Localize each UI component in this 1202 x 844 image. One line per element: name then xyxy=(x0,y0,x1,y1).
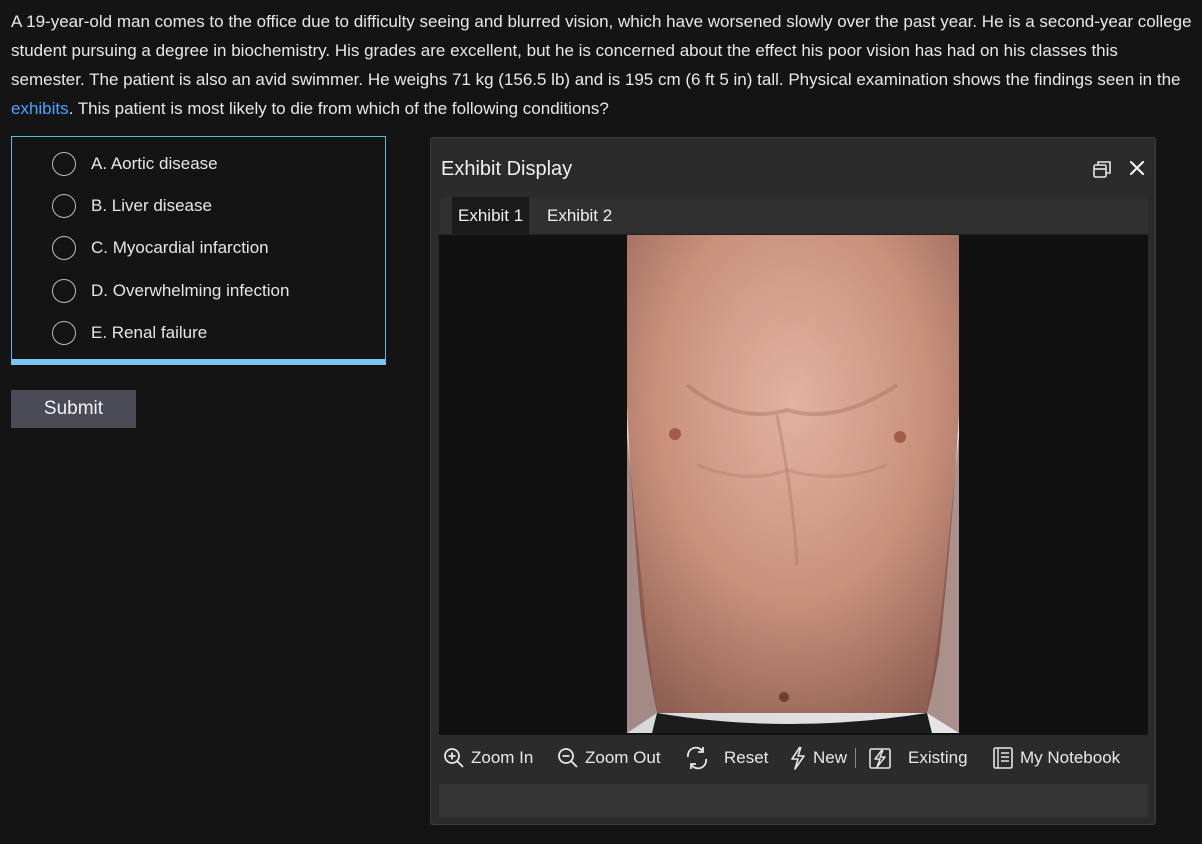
zoom-out-label: Zoom Out xyxy=(585,748,661,767)
choice-e[interactable]: E. Renal failure xyxy=(12,312,385,354)
radio-button[interactable] xyxy=(52,152,76,176)
zoom-in-icon xyxy=(444,748,464,768)
notebook-icon xyxy=(993,747,1013,769)
radio-button[interactable] xyxy=(52,321,76,345)
new-lightning-icon xyxy=(791,746,805,770)
exhibits-link[interactable]: exhibits xyxy=(11,99,69,118)
exhibit-image-torso[interactable] xyxy=(627,235,959,733)
zoom-out-button[interactable]: Zoom Out xyxy=(557,745,661,771)
radio-button[interactable] xyxy=(52,279,76,303)
choice-b[interactable]: B. Liver disease xyxy=(12,185,385,227)
notebook-label: My Notebook xyxy=(1020,748,1121,767)
my-notebook-button[interactable]: My Notebook xyxy=(992,745,1120,771)
restore-window-icon[interactable] xyxy=(1092,159,1112,179)
choice-label: B. Liver disease xyxy=(91,196,212,215)
reset-label: Reset xyxy=(724,748,769,767)
question-text-2: . This patient is most likely to die fro… xyxy=(68,99,609,118)
radio-button[interactable] xyxy=(52,236,76,260)
exhibit-footer xyxy=(439,784,1148,818)
choice-a[interactable]: A. Aortic disease xyxy=(12,143,385,185)
reset-icon xyxy=(687,746,707,770)
existing-button[interactable]: Existing xyxy=(868,745,968,771)
choice-label: C. Myocardial infarction xyxy=(91,238,269,257)
choice-d[interactable]: D. Overwhelming infection xyxy=(12,270,385,312)
tab-exhibit-2[interactable]: Exhibit 2 xyxy=(541,197,618,234)
choice-c[interactable]: C. Myocardial infarction xyxy=(12,227,385,269)
question-stem: A 19-year-old man comes to the office du… xyxy=(11,7,1193,123)
exhibit-viewer[interactable] xyxy=(439,235,1148,735)
exhibit-display-panel: Exhibit Display Exhibit 1 Exhibit 2 Zoom… xyxy=(430,137,1156,825)
zoom-in-label: Zoom In xyxy=(471,748,534,767)
existing-note-icon xyxy=(869,748,891,769)
toolbar-divider xyxy=(855,748,856,768)
close-icon[interactable] xyxy=(1128,159,1146,177)
new-label: New xyxy=(813,748,848,767)
question-text-1: A 19-year-old man comes to the office du… xyxy=(11,12,1192,89)
zoom-in-button[interactable]: Zoom In xyxy=(443,745,533,771)
choice-label: E. Renal failure xyxy=(91,323,208,342)
new-button[interactable]: New xyxy=(789,745,847,771)
existing-label: Existing xyxy=(908,748,968,767)
submit-button[interactable]: Submit xyxy=(11,390,136,428)
choice-label: D. Overwhelming infection xyxy=(91,281,290,300)
exhibit-title: Exhibit Display xyxy=(441,158,573,180)
radio-button[interactable] xyxy=(52,194,76,218)
exhibit-toolbar: Zoom In Zoom Out Reset New Existing My N… xyxy=(441,743,1148,773)
zoom-out-icon xyxy=(558,748,578,768)
choice-label: A. Aortic disease xyxy=(91,154,218,173)
answer-choices: A. Aortic disease B. Liver disease C. My… xyxy=(11,136,386,365)
reset-button[interactable]: Reset xyxy=(684,745,768,771)
exhibit-tabs: Exhibit 1 Exhibit 2 xyxy=(441,197,1148,235)
tab-exhibit-1[interactable]: Exhibit 1 xyxy=(452,197,530,234)
